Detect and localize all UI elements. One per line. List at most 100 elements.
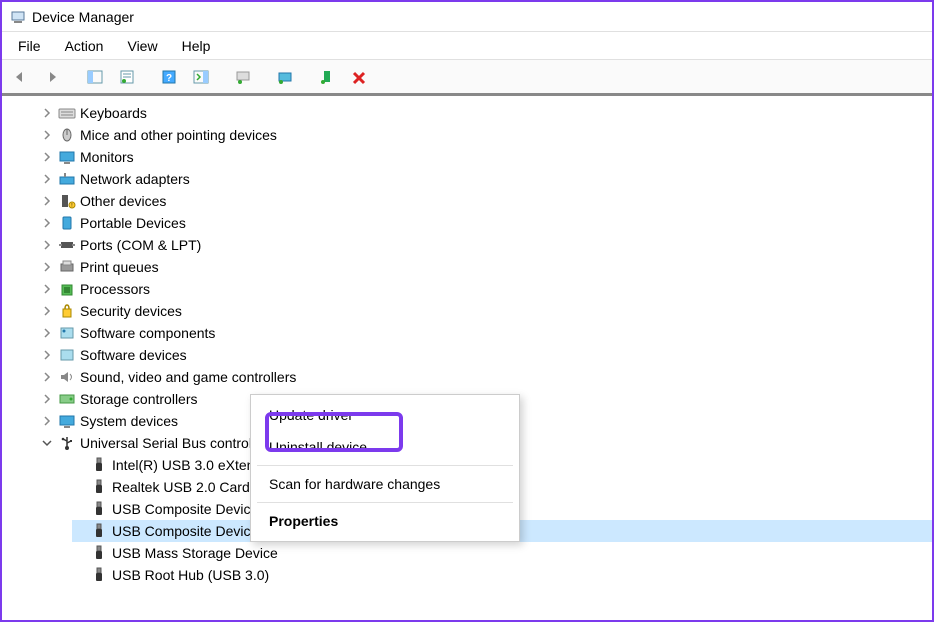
menu-action[interactable]: Action bbox=[53, 34, 116, 58]
help-button[interactable]: ? bbox=[154, 63, 184, 91]
tree-item-keyboards[interactable]: Keyboards bbox=[40, 102, 932, 124]
tree-item-label: Sound, video and game controllers bbox=[80, 369, 296, 385]
tree-item-other-devices[interactable]: ! Other devices bbox=[40, 190, 932, 212]
tree-item-label: Realtek USB 2.0 Card bbox=[112, 479, 250, 495]
chevron-right-icon[interactable] bbox=[40, 260, 54, 274]
tree-item-label: Ports (COM & LPT) bbox=[80, 237, 201, 253]
context-separator bbox=[257, 502, 513, 503]
storage-icon bbox=[58, 391, 76, 407]
chevron-right-icon[interactable] bbox=[40, 326, 54, 340]
usb-icon bbox=[58, 435, 76, 451]
tree-item-label: Other devices bbox=[80, 193, 166, 209]
action-pane-button[interactable] bbox=[186, 63, 216, 91]
tree-item-network-adapters[interactable]: Network adapters bbox=[40, 168, 932, 190]
chevron-right-icon[interactable] bbox=[40, 414, 54, 428]
properties-button[interactable] bbox=[112, 63, 142, 91]
context-menu: Update driver Uninstall device Scan for … bbox=[250, 394, 520, 542]
security-icon bbox=[58, 303, 76, 319]
tree-item-software-devices[interactable]: Software devices bbox=[40, 344, 932, 366]
chevron-right-icon[interactable] bbox=[40, 128, 54, 142]
tree-item-label: USB Root Hub (USB 3.0) bbox=[112, 567, 269, 583]
tree-item-label: USB Composite Devic bbox=[112, 501, 251, 517]
show-hide-tree-button[interactable] bbox=[80, 63, 110, 91]
tree-item-portable-devices[interactable]: Portable Devices bbox=[40, 212, 932, 234]
window-title: Device Manager bbox=[32, 9, 134, 25]
tree-item-monitors[interactable]: Monitors bbox=[40, 146, 932, 168]
back-button[interactable] bbox=[6, 63, 36, 91]
add-device-button[interactable] bbox=[312, 63, 342, 91]
tree-item-usb-mass-storage-device[interactable]: USB Mass Storage Device bbox=[72, 542, 932, 564]
chevron-right-icon[interactable] bbox=[40, 370, 54, 384]
sound-icon bbox=[58, 369, 76, 385]
usbplug-icon bbox=[90, 501, 108, 517]
chevron-right-icon[interactable] bbox=[40, 238, 54, 252]
swdev-icon bbox=[58, 347, 76, 363]
portable-icon bbox=[58, 215, 76, 231]
chevron-down-icon[interactable] bbox=[40, 436, 54, 450]
tree-item-label: Processors bbox=[80, 281, 150, 297]
tree-item-label: Portable Devices bbox=[80, 215, 186, 231]
context-scan-hardware[interactable]: Scan for hardware changes bbox=[251, 468, 519, 500]
uninstall-button[interactable] bbox=[344, 63, 374, 91]
usbplug-icon bbox=[90, 479, 108, 495]
tree-item-label: Security devices bbox=[80, 303, 182, 319]
context-separator bbox=[257, 465, 513, 466]
chevron-right-icon[interactable] bbox=[40, 150, 54, 164]
other-icon: ! bbox=[58, 193, 76, 209]
port-icon bbox=[58, 237, 76, 253]
tree-item-label: Network adapters bbox=[80, 171, 190, 187]
device-tree[interactable]: Keyboards Mice and other pointing devices… bbox=[2, 96, 932, 616]
chevron-right-icon[interactable] bbox=[40, 392, 54, 406]
network-icon bbox=[58, 171, 76, 187]
keyboard-icon bbox=[58, 105, 76, 121]
menu-file[interactable]: File bbox=[6, 34, 53, 58]
context-update-driver[interactable]: Update driver bbox=[251, 399, 519, 431]
tree-item-sound-video-and-game-controllers[interactable]: Sound, video and game controllers bbox=[40, 366, 932, 388]
svg-text:!: ! bbox=[71, 203, 72, 209]
usbplug-icon bbox=[90, 457, 108, 473]
tree-item-label: System devices bbox=[80, 413, 178, 429]
chevron-right-icon[interactable] bbox=[40, 216, 54, 230]
usbplug-icon bbox=[90, 567, 108, 583]
tree-item-ports-com-lpt[interactable]: Ports (COM & LPT) bbox=[40, 234, 932, 256]
expander-none bbox=[72, 458, 86, 472]
cpu-icon bbox=[58, 281, 76, 297]
tree-item-label: Print queues bbox=[80, 259, 159, 275]
toolbar: ? bbox=[2, 60, 932, 96]
tree-item-label: Mice and other pointing devices bbox=[80, 127, 277, 143]
chevron-right-icon[interactable] bbox=[40, 172, 54, 186]
tree-item-print-queues[interactable]: Print queues bbox=[40, 256, 932, 278]
tree-item-security-devices[interactable]: Security devices bbox=[40, 300, 932, 322]
usbplug-icon bbox=[90, 523, 108, 539]
svg-text:?: ? bbox=[166, 73, 172, 84]
forward-button[interactable] bbox=[38, 63, 68, 91]
chevron-right-icon[interactable] bbox=[40, 348, 54, 362]
tree-item-software-components[interactable]: Software components bbox=[40, 322, 932, 344]
menubar: File Action View Help bbox=[2, 32, 932, 60]
titlebar: Device Manager bbox=[2, 2, 932, 32]
usbplug-icon bbox=[90, 545, 108, 561]
chevron-right-icon[interactable] bbox=[40, 282, 54, 296]
context-uninstall-device[interactable]: Uninstall device bbox=[251, 431, 519, 463]
update-driver-button[interactable] bbox=[228, 63, 258, 91]
context-properties[interactable]: Properties bbox=[251, 505, 519, 537]
tree-item-label: Storage controllers bbox=[80, 391, 198, 407]
tree-item-label: Intel(R) USB 3.0 eXten bbox=[112, 457, 254, 473]
chevron-right-icon[interactable] bbox=[40, 304, 54, 318]
monitor-icon bbox=[58, 149, 76, 165]
menu-view[interactable]: View bbox=[115, 34, 169, 58]
scan-hardware-button[interactable] bbox=[270, 63, 300, 91]
expander-none bbox=[72, 568, 86, 582]
chevron-right-icon[interactable] bbox=[40, 106, 54, 120]
chevron-right-icon[interactable] bbox=[40, 194, 54, 208]
tree-item-label: Software components bbox=[80, 325, 215, 341]
tree-item-label: Keyboards bbox=[80, 105, 147, 121]
device-manager-icon bbox=[10, 9, 26, 25]
expander-none bbox=[72, 502, 86, 516]
tree-item-mice-and-other-pointing-devices[interactable]: Mice and other pointing devices bbox=[40, 124, 932, 146]
expander-none bbox=[72, 546, 86, 560]
menu-help[interactable]: Help bbox=[170, 34, 223, 58]
tree-item-label: USB Composite Device bbox=[112, 523, 258, 539]
tree-item-processors[interactable]: Processors bbox=[40, 278, 932, 300]
tree-item-usb-root-hub-usb-3-0[interactable]: USB Root Hub (USB 3.0) bbox=[72, 564, 932, 586]
